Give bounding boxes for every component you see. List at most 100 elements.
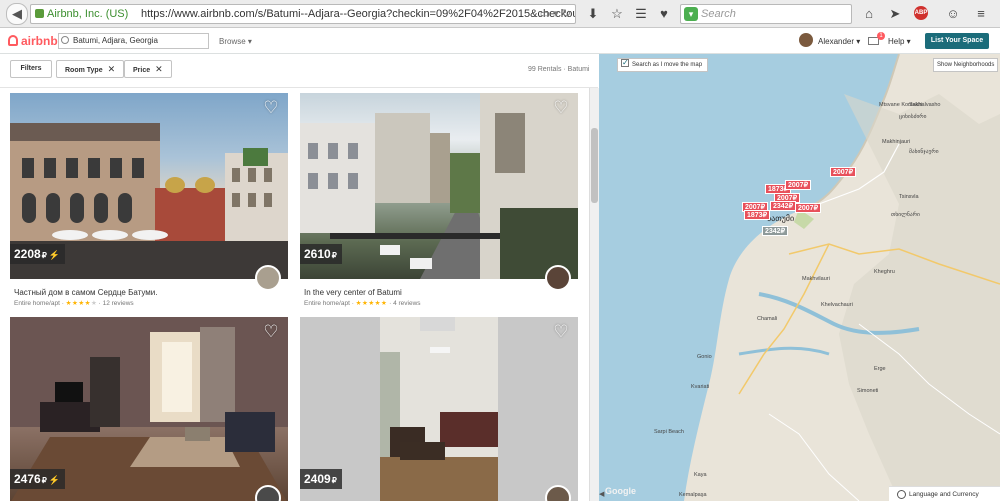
map-label: Tsinsvla: [899, 194, 919, 200]
list-your-space-button[interactable]: List Your Space: [925, 33, 989, 49]
currency-symbol: ₽: [41, 476, 47, 485]
download-icon[interactable]: ⬇: [584, 5, 602, 23]
browse-label: Browse: [219, 37, 246, 46]
location-search-input[interactable]: Batumi, Adjara, Georgia: [58, 33, 209, 49]
map-label: Kheghru: [874, 269, 895, 275]
home-icon[interactable]: ⌂: [860, 5, 878, 23]
browse-menu[interactable]: Browse ▾: [219, 37, 252, 46]
language-currency-button[interactable]: Language and Currency: [889, 486, 1000, 501]
price-chip[interactable]: Price ✕: [124, 60, 172, 78]
map-label: Erge: [874, 366, 886, 372]
price-pin[interactable]: 1873₽: [744, 210, 771, 220]
url-text[interactable]: https://www.airbnb.com/s/Batumi--Adjara-…: [141, 5, 575, 23]
listing-photo[interactable]: ♡ 2610₽: [300, 93, 578, 279]
listing-card[interactable]: ♡ 2476₽ ⚡: [10, 317, 288, 501]
wishlist-heart-icon[interactable]: ♡: [552, 323, 570, 341]
price-pin[interactable]: 2342₽: [762, 226, 789, 236]
site-identity[interactable]: Airbnb, Inc. (US): [47, 5, 128, 23]
review-count: 4 reviews: [393, 300, 421, 307]
url-bar[interactable]: Airbnb, Inc. (US) https://www.airbnb.com…: [30, 4, 576, 24]
airbnb-logo[interactable]: airbnb: [8, 34, 58, 48]
bookmarks-list-icon[interactable]: ☰: [632, 5, 650, 23]
bookmark-star-icon[interactable]: ☆: [608, 5, 626, 23]
collapse-map-icon[interactable]: ◀: [599, 490, 604, 498]
price-pin[interactable]: 2007₽: [795, 203, 822, 213]
listing-meta: Entire home/apt · ★★★★★ · 4 reviews: [304, 300, 421, 307]
map-label: ბათუმი: [767, 214, 795, 223]
search-as-move-toggle[interactable]: Search as I move the map: [617, 57, 709, 72]
price-tag: 2208₽ ⚡: [10, 244, 66, 264]
map-label: თხილნარი: [891, 212, 920, 218]
filters-bar: Filters Room Type ✕ Price ✕ 99 Rentals · B…: [0, 54, 598, 88]
chat-icon[interactable]: ☺: [944, 5, 962, 23]
price-value: 2409: [304, 472, 331, 486]
wishlist-heart-icon[interactable]: ♡: [262, 323, 280, 341]
host-avatar[interactable]: [255, 265, 281, 291]
inbox-badge: 1: [877, 32, 885, 40]
user-avatar[interactable]: [799, 33, 813, 47]
reader-icon[interactable]: ▭ ▾ ↻: [540, 5, 571, 23]
search-input[interactable]: ▾ Search: [680, 4, 852, 24]
map-label: Simoneti: [857, 388, 879, 394]
listing-card[interactable]: ♡ 2409₽: [300, 317, 578, 501]
menu-icon[interactable]: ≡: [972, 5, 990, 23]
host-avatar[interactable]: [545, 265, 571, 291]
review-count: 12 reviews: [102, 300, 134, 307]
price-tag: 2409₽: [300, 469, 342, 489]
help-menu[interactable]: Help ▾: [888, 37, 911, 46]
filters-button[interactable]: Filters: [10, 60, 52, 78]
user-name: Alexander: [818, 37, 855, 46]
room-type-chip[interactable]: Room Type ✕: [56, 60, 125, 78]
wishlist-heart-icon[interactable]: ♡: [552, 99, 570, 117]
listing-card[interactable]: ♡ 2610₽ In the very center of Batumi Ent…: [300, 93, 578, 308]
listing-title[interactable]: Частный дом в самом Сердце Батуми.: [14, 288, 157, 297]
search-placeholder: Search: [701, 8, 736, 20]
globe-icon: [897, 490, 906, 499]
language-currency-label: Language and Currency: [909, 491, 979, 498]
browser-toolbar: ◀ Airbnb, Inc. (US) https://www.airbnb.c…: [0, 0, 1000, 28]
site-header: airbnb Batumi, Adjara, Georgia Browse ▾ …: [0, 28, 1000, 54]
listing-photo[interactable]: ♡ 2476₽ ⚡: [10, 317, 288, 501]
map-label: Sakhalvasho: [909, 102, 941, 108]
currency-symbol: ₽: [41, 251, 47, 260]
price-tag: 2476₽ ⚡: [10, 469, 66, 489]
room-type: Entire home/apt: [304, 300, 350, 307]
user-menu[interactable]: Alexander ▾: [818, 37, 860, 46]
price-pin[interactable]: 2007₽: [785, 180, 812, 190]
room-type: Entire home/apt: [14, 300, 60, 307]
wishlist-heart-icon[interactable]: ♡: [262, 99, 280, 117]
scrollbar-thumb[interactable]: [591, 128, 598, 203]
search-engine-icon[interactable]: ▾: [684, 7, 698, 21]
map-panel[interactable]: Search as I move the map Show Neighborho…: [599, 54, 1000, 501]
rentals-count: 99 Rentals · Batumi: [528, 66, 590, 73]
adblock-icon[interactable]: ABP: [914, 6, 928, 20]
remove-price-icon[interactable]: ✕: [155, 64, 163, 74]
remove-room-type-icon[interactable]: ✕: [108, 64, 116, 74]
map-label: Gonio: [697, 354, 712, 360]
listing-title[interactable]: In the very center of Batumi: [304, 288, 402, 297]
help-label: Help: [888, 37, 905, 46]
price-value: 2476: [14, 472, 41, 486]
send-icon[interactable]: ➤: [886, 5, 904, 23]
pocket-icon[interactable]: ♥: [655, 5, 673, 23]
back-button[interactable]: ◀: [6, 3, 28, 25]
listing-photo[interactable]: ♡ 2208₽ ⚡: [10, 93, 288, 279]
show-neighborhoods-button[interactable]: Show Neighborhoods: [933, 58, 999, 72]
price-pin[interactable]: 2342₽: [770, 201, 797, 211]
map-label: Sarpi Beach: [654, 429, 684, 435]
listing-photo[interactable]: ♡ 2409₽: [300, 317, 578, 501]
price-value: 2208: [14, 247, 41, 261]
rating-stars: ★★★★★: [355, 300, 388, 307]
listings-scrollbar[interactable]: [589, 88, 599, 501]
lock-icon: [35, 9, 44, 18]
price-tag: 2610₽: [300, 244, 342, 264]
filters-label: Filters: [20, 65, 42, 72]
rating-stars: ★★★★: [65, 300, 91, 307]
google-logo: Google: [605, 486, 636, 496]
instant-book-icon: ⚡: [48, 250, 61, 260]
listing-card[interactable]: ♡ 2208₽ ⚡ Частный дом в самом Сердце Бату…: [10, 93, 288, 308]
checkbox-checked-icon[interactable]: [621, 57, 629, 69]
map-label: მახინჯაური: [909, 149, 939, 155]
price-pin[interactable]: 2007₽: [830, 167, 857, 177]
map-label: Kvariati: [691, 384, 710, 390]
